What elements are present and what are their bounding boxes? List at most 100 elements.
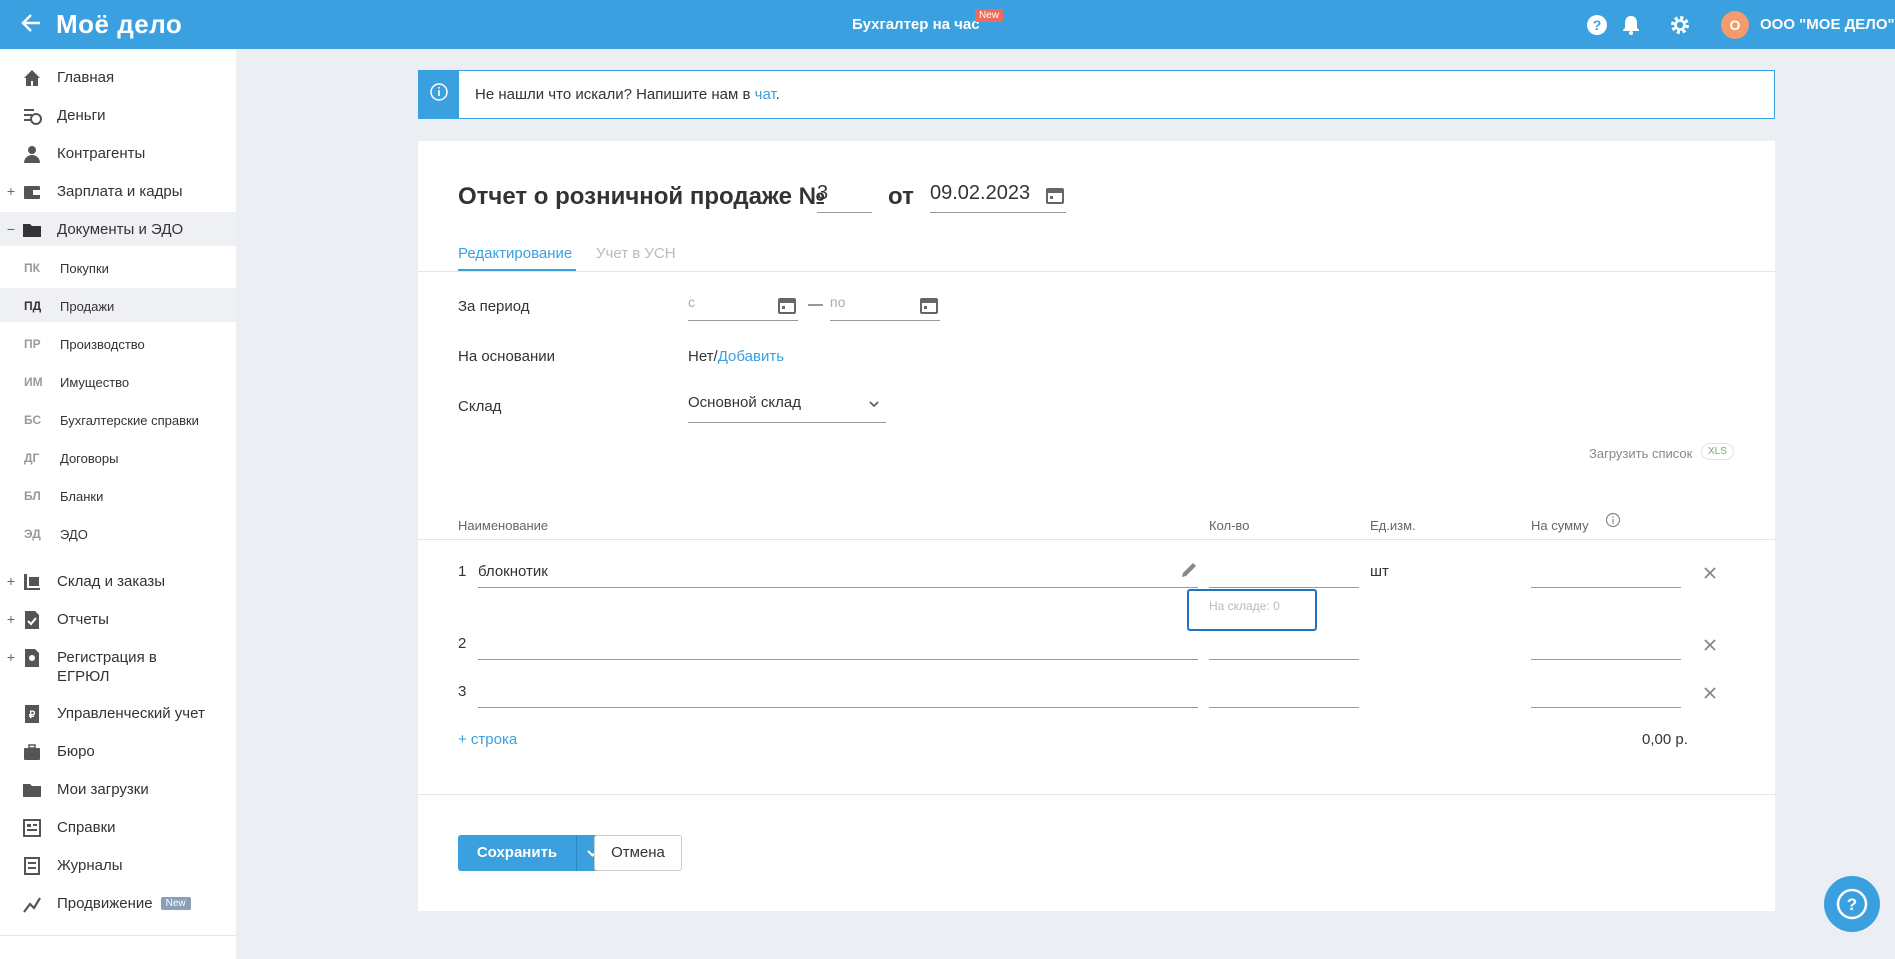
expand-icon[interactable]: + [6,183,16,199]
warehouse-icon [22,572,42,592]
sidebar-item-home[interactable]: Главная [0,60,236,94]
sidebar-item-promotion[interactable]: Продвижение New [0,886,236,920]
sidebar-item-downloads[interactable]: Мои загрузки [0,772,236,806]
org-name[interactable]: ООО "МОЕ ДЕЛО" [1760,16,1895,33]
subitem-label: Бланки [60,489,104,504]
period-to-input[interactable]: по [830,294,940,321]
row-number: 2 [458,635,467,652]
sidebar-subitem-contracts[interactable]: ДГ Договоры [0,440,236,474]
subitem-abbr: ДГ [24,451,40,465]
sidebar-item-label: Главная [57,69,115,86]
subitem-abbr: ПК [24,261,40,275]
calendar-icon[interactable] [1046,186,1064,210]
svg-text:?: ? [1593,17,1602,33]
xls-badge[interactable]: XLS [1701,443,1734,460]
sidebar-item-management[interactable]: ₽ Управленческий учет [0,696,236,730]
promotion-chart-icon [22,894,42,914]
briefcase-icon [22,742,42,762]
sidebar-item-label: Управленческий учет [57,705,205,722]
sidebar-item-contractors[interactable]: Контрагенты [0,136,236,170]
column-header-qty: Кол-во [1209,518,1250,533]
sum-info-icon[interactable] [1605,512,1621,532]
sidebar-item-label: Журналы [57,857,123,874]
sidebar-item-reports[interactable]: + Отчеты [0,602,236,636]
sidebar-item-registration[interactable]: + Регистрация в ЕГРЮЛ [0,640,236,690]
sidebar-item-label: Деньги [57,107,106,124]
period-from-input[interactable]: с [688,294,798,321]
sidebar-item-documents[interactable]: − Документы и ЭДО [0,212,236,246]
sidebar-subitem-accounting-notes[interactable]: БС Бухгалтерские справки [0,402,236,436]
gear-icon[interactable] [1669,14,1691,36]
calendar-icon[interactable] [920,296,938,314]
collapse-icon[interactable]: − [6,221,16,237]
logo[interactable]: Моё дело [56,9,182,40]
info-message: Не нашли что искали? Напишите нам в [475,86,755,103]
stock-hint-popup: На складе: 0 [1187,589,1317,631]
chat-link[interactable]: чат [755,86,776,103]
subitem-abbr: ИМ [24,375,43,389]
sidebar-item-label: Бюро [57,743,95,760]
sidebar-item-money[interactable]: Деньги [0,98,236,132]
expand-icon[interactable]: + [6,611,16,627]
pencil-icon[interactable] [1179,560,1199,584]
cancel-button[interactable]: Отмена [594,835,682,871]
add-row-button[interactable]: + строка [458,731,517,748]
document-number-value: 3 [817,182,829,204]
help-icon[interactable]: ? [1586,14,1608,36]
tabs-divider [418,271,1775,272]
calendar-icon[interactable] [778,296,796,314]
row-number: 3 [458,683,467,700]
tab-usn-accounting[interactable]: Учет в УСН [596,245,676,262]
sidebar-divider [0,935,236,936]
sidebar-subitem-production[interactable]: ПР Производство [0,326,236,360]
info-icon [419,71,459,118]
item-name-input[interactable]: блокнотик [478,563,548,580]
delete-row-icon[interactable] [1703,686,1717,700]
document-number-input[interactable]: 3 [817,182,872,213]
sidebar-item-salary[interactable]: + Зарплата и кадры [0,174,236,208]
delete-row-icon[interactable] [1703,638,1717,652]
column-header-unit: Ед.изм. [1370,518,1416,533]
delete-row-icon[interactable] [1703,566,1717,580]
from-label: от [888,183,914,210]
sidebar-subitem-edo[interactable]: ЭД ЭДО [0,516,236,550]
sidebar-item-journals[interactable]: Журналы [0,848,236,882]
tab-editing[interactable]: Редактирование [458,245,572,262]
sidebar-item-label: Документы и ЭДО [57,221,184,238]
subitem-label: Продажи [60,299,115,314]
references-icon [22,818,42,838]
subitem-label: ЭДО [60,527,88,542]
home-icon [22,68,42,88]
management-accounting-icon: ₽ [22,704,42,724]
stock-hint-text: На складе: 0 [1209,599,1280,613]
expand-icon[interactable]: + [6,573,16,589]
registration-icon [22,648,42,668]
hourly-accountant-link[interactable]: Бухгалтер на час [852,16,980,33]
back-arrow-icon[interactable] [20,12,42,39]
save-button[interactable]: Сохранить [458,835,576,871]
sidebar-item-references[interactable]: Справки [0,810,236,844]
unit-value[interactable]: шт [1370,563,1389,580]
sidebar-item-label: Регистрация в [57,649,157,666]
subitem-abbr: ПР [24,337,41,351]
avatar[interactable]: О [1721,11,1749,39]
expand-icon[interactable]: + [6,649,16,665]
journal-icon [22,856,42,876]
sidebar-subitem-sales[interactable]: ПД Продажи [0,288,236,322]
sidebar-item-warehouse[interactable]: + Склад и заказы [0,564,236,598]
warehouse-select[interactable]: Основной склад [688,394,886,423]
sidebar-item-bureau[interactable]: Бюро [0,734,236,768]
bell-icon[interactable] [1620,14,1642,36]
document-date-input[interactable]: 09.02.2023 [930,182,1066,213]
svg-text:?: ? [1847,895,1857,914]
subitem-label: Бухгалтерские справки [60,413,199,428]
upload-list-label[interactable]: Загрузить список [1589,446,1692,461]
add-basis-link[interactable]: Добавить [718,348,784,365]
sidebar-subitem-purchases[interactable]: ПК Покупки [0,250,236,284]
sidebar-subitem-forms[interactable]: БЛ Бланки [0,478,236,512]
row-number: 1 [458,563,467,580]
help-chat-button[interactable]: ? [1824,876,1880,932]
sidebar-subitem-property[interactable]: ИМ Имущество [0,364,236,398]
subitem-label: Имущество [60,375,130,390]
top-bar: Моё дело Бухгалтер на час New ? О ООО "М… [0,0,1895,49]
